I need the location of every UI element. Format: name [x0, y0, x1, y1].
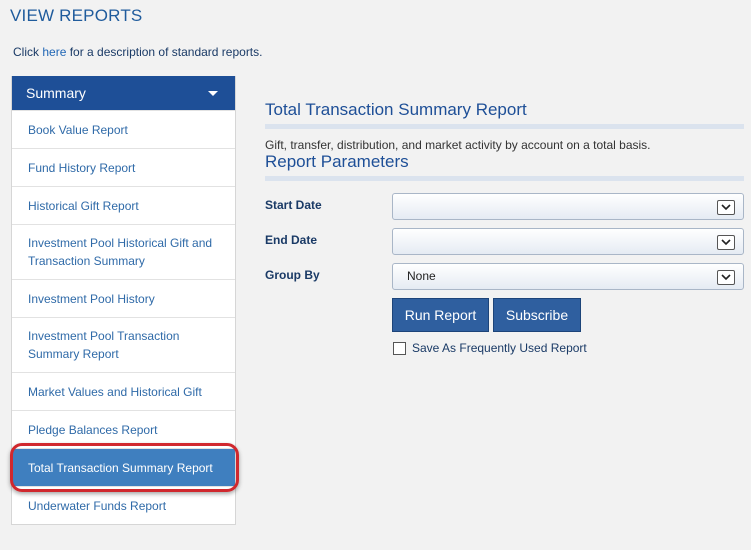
end-date-select[interactable]	[392, 228, 744, 255]
sidebar-item-total-transaction-summary[interactable]: Total Transaction Summary Report	[10, 443, 239, 492]
end-date-label: End Date	[265, 233, 318, 247]
group-by-select[interactable]: None	[392, 263, 744, 290]
chevron-down-icon[interactable]	[717, 235, 735, 250]
save-frequent-row: Save As Frequently Used Report	[265, 341, 744, 358]
sidebar-item-investment-pool-historical-gift[interactable]: Investment Pool Historical Gift and Tran…	[12, 224, 235, 279]
save-frequent-checkbox[interactable]	[393, 342, 406, 355]
report-description: Gift, transfer, distribution, and market…	[265, 138, 651, 152]
intro-suffix: for a description of standard reports.	[66, 45, 263, 59]
chevron-down-icon[interactable]	[717, 270, 735, 285]
sidebar-item-book-value[interactable]: Book Value Report	[12, 110, 235, 148]
sidebar-item-investment-pool-transaction[interactable]: Investment Pool Transaction Summary Repo…	[12, 317, 235, 372]
intro-prefix: Click	[13, 45, 43, 59]
run-report-button[interactable]: Run Report	[392, 298, 489, 332]
chevron-down-icon	[208, 90, 218, 96]
end-date-row: End Date	[265, 228, 744, 263]
summary-dropdown[interactable]: Summary	[12, 76, 235, 110]
group-by-value: None	[407, 269, 436, 283]
standard-reports-link[interactable]: here	[42, 45, 66, 59]
report-sidebar: Summary Book Value Report Fund History R…	[10, 76, 239, 525]
chevron-down-icon[interactable]	[717, 200, 735, 215]
start-date-label: Start Date	[265, 198, 322, 212]
subscribe-button[interactable]: Subscribe	[493, 298, 581, 332]
parameters-title: Report Parameters	[265, 152, 409, 171]
start-date-select[interactable]	[392, 193, 744, 220]
sidebar-item-underwater-funds[interactable]: Underwater Funds Report	[12, 486, 235, 524]
action-buttons: Run Report Subscribe	[265, 298, 744, 342]
save-frequent-label[interactable]: Save As Frequently Used Report	[412, 341, 587, 355]
start-date-row: Start Date	[265, 193, 744, 228]
report-title: Total Transaction Summary Report	[265, 100, 527, 119]
summary-dropdown-label: Summary	[26, 85, 86, 101]
title-divider	[265, 124, 744, 129]
group-by-row: Group By None	[265, 263, 744, 298]
sidebar-item-market-values[interactable]: Market Values and Historical Gift	[12, 372, 235, 410]
sidebar-item-investment-pool-history[interactable]: Investment Pool History	[12, 279, 235, 317]
sidebar-item-label: Total Transaction Summary Report	[28, 460, 213, 475]
sidebar-item-pledge-balances[interactable]: Pledge Balances Report	[12, 410, 235, 448]
report-panel: Total Transaction Summary Report Gift, t…	[265, 100, 744, 358]
intro-text: Click here for a description of standard…	[13, 45, 262, 59]
page-title: VIEW REPORTS	[10, 6, 143, 25]
group-by-label: Group By	[265, 268, 320, 282]
sidebar-item-historical-gift[interactable]: Historical Gift Report	[12, 186, 235, 224]
sidebar-item-fund-history[interactable]: Fund History Report	[12, 148, 235, 186]
